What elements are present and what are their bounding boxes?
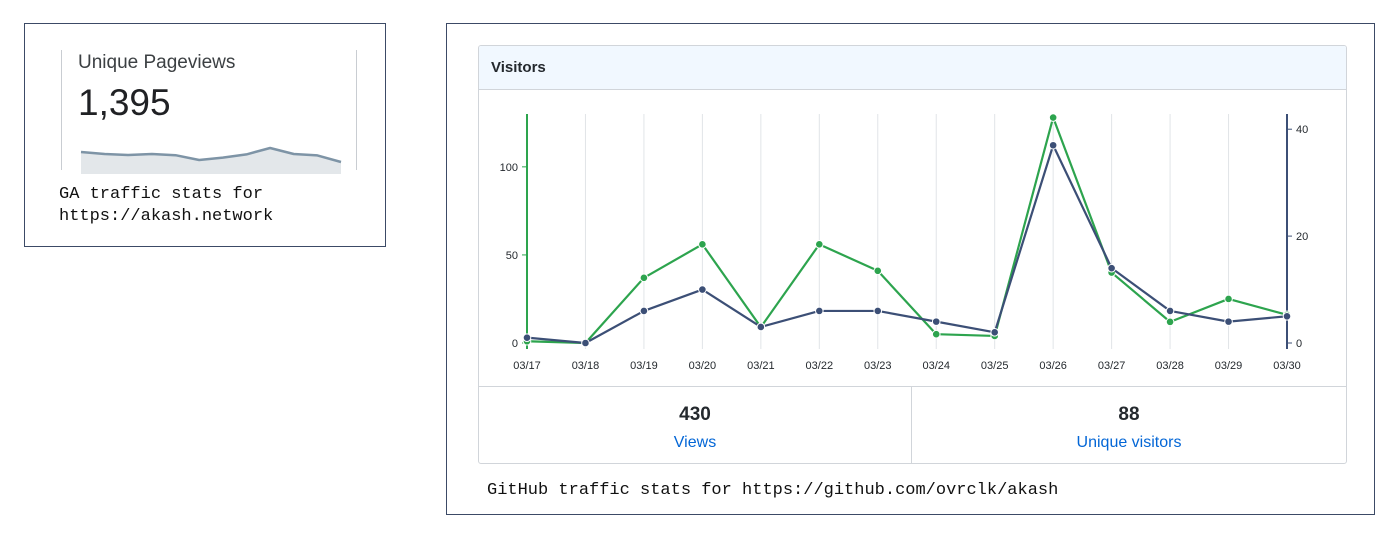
views-point <box>873 266 883 276</box>
ga-stats-card: Unique Pageviews 1,395 GA traffic stats … <box>24 23 386 247</box>
x-tick-label: 03/19 <box>630 360 658 372</box>
sparkline-area <box>81 148 341 174</box>
right-axis-label: 40 <box>1296 124 1308 136</box>
unique-visitors-total: 88 <box>1118 404 1140 425</box>
views-total: 430 <box>679 404 711 425</box>
left-axis-label: 50 <box>506 250 518 262</box>
unique-visitors-point <box>756 322 766 332</box>
views-point <box>931 329 941 339</box>
unique-visitors-point <box>1107 263 1116 273</box>
x-tick-label: 03/25 <box>981 360 1009 372</box>
github-caption: GitHub traffic stats for https://github.… <box>487 481 1059 500</box>
x-tick-label: 03/28 <box>1156 360 1184 372</box>
views-point <box>1224 294 1233 304</box>
x-tick-label: 03/24 <box>922 360 950 372</box>
x-tick-label: 03/20 <box>689 360 717 372</box>
views-point <box>1048 113 1058 122</box>
unique-visitors-point <box>698 285 707 294</box>
right-axis-label: 0 <box>1296 338 1302 350</box>
x-tick-label: 03/17 <box>513 360 541 372</box>
ga-caption-line-2: https://akash.network <box>59 207 274 226</box>
unique-visitors-stat[interactable]: 88 Unique visitors <box>912 387 1346 463</box>
pageviews-sparkline <box>80 146 342 174</box>
x-tick-label: 03/18 <box>572 360 600 372</box>
x-tick-label: 03/23 <box>864 360 892 372</box>
views-point <box>815 240 824 249</box>
views-point <box>698 240 707 249</box>
views-point <box>1165 317 1175 327</box>
unique-visitors-point <box>1048 140 1058 150</box>
right-axis-label: 20 <box>1296 231 1308 243</box>
unique-visitors-point <box>522 333 532 342</box>
left-axis-label: 100 <box>500 162 518 174</box>
unique-visitors-point <box>1165 306 1175 316</box>
ga-widget: Unique Pageviews 1,395 <box>61 50 357 174</box>
x-tick-label: 03/27 <box>1098 360 1126 372</box>
unique-visitors-point <box>1282 311 1292 321</box>
visitors-title: Visitors <box>491 59 546 76</box>
unique-visitors-label: Unique visitors <box>1076 434 1182 451</box>
unique-visitors-point <box>639 306 649 316</box>
visitors-header: Visitors <box>479 46 1346 90</box>
x-tick-label: 03/22 <box>806 360 834 372</box>
left-axis-label: 0 <box>512 338 518 350</box>
metric-value: 1,395 <box>78 82 171 123</box>
unique-visitors-point <box>1224 317 1233 326</box>
ga-caption: GA traffic stats for https://akash.netwo… <box>59 184 273 228</box>
visitors-panel: Visitors 03/17 03/18 03/19 03/20 03/21 03/22 0… <box>478 45 1347 464</box>
unique-visitors-point <box>931 317 941 326</box>
views-point <box>639 273 649 283</box>
github-stats-card: Visitors 03/17 03/18 03/19 03/20 03/21 03/22 0… <box>446 23 1375 515</box>
visitors-chart: 03/17 03/18 03/19 03/20 03/21 03/22 03/23 03/24… <box>500 113 1308 372</box>
x-tick-label: 03/21 <box>747 360 775 372</box>
views-label: Views <box>673 434 717 451</box>
metric-label: Unique Pageviews <box>78 52 236 73</box>
x-tick-label: 03/29 <box>1215 360 1243 372</box>
views-stat[interactable]: 430 Views <box>479 387 912 463</box>
unique-visitors-point <box>990 328 999 337</box>
unique-visitors-point <box>581 338 590 348</box>
unique-visitors-point <box>815 306 824 316</box>
traffic-summary: 430 Views 88 Unique visitors <box>479 386 1346 463</box>
x-tick-label: 03/30 <box>1273 360 1301 372</box>
unique-visitors-point <box>873 306 883 316</box>
ga-caption-line-1: GA traffic stats for <box>59 185 264 204</box>
x-tick-label: 03/26 <box>1039 360 1067 372</box>
